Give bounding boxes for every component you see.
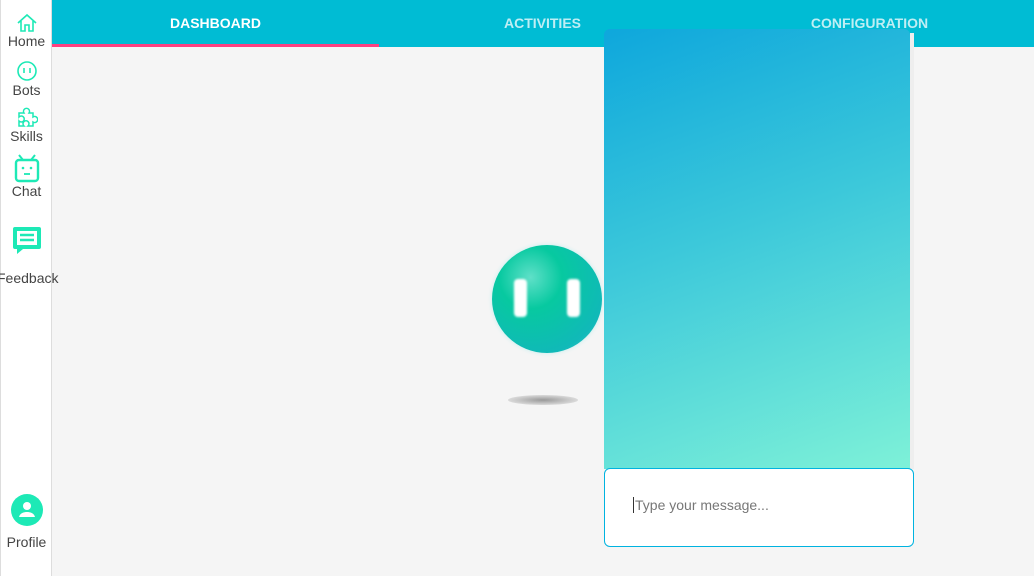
bot-shadow — [508, 395, 578, 405]
bot-eye-right — [567, 279, 580, 317]
sidebar: Home Bots Skills Chat Feedback Profile — [0, 0, 58, 576]
sidebar-item-home[interactable]: Home — [1, 13, 52, 49]
feedback-icon — [13, 227, 41, 254]
sidebar-item-label: Profile — [6, 534, 47, 550]
active-tab-indicator — [52, 44, 379, 47]
sidebar-item-bots[interactable]: Bots — [1, 60, 52, 98]
sidebar-item-chat[interactable]: Chat — [1, 153, 52, 199]
message-input[interactable] — [633, 497, 893, 513]
bot-face-icon — [16, 61, 37, 81]
bot-eye-left — [514, 279, 527, 317]
sidebar-item-label: Home — [7, 33, 46, 49]
puzzle-icon — [17, 107, 38, 127]
robot-icon — [14, 154, 39, 183]
sidebar-item-label: Feedback — [0, 270, 59, 286]
sidebar-item-feedback[interactable]: Feedback — [0, 224, 59, 286]
chat-input-box[interactable] — [604, 468, 914, 547]
home-icon — [16, 13, 37, 32]
sidebar-item-profile[interactable]: Profile — [1, 494, 52, 550]
chat-messages-panel — [604, 29, 910, 469]
chat-scrollbar[interactable] — [910, 33, 914, 469]
sidebar-item-skills[interactable]: Skills — [1, 107, 52, 144]
sidebar-item-label: Skills — [10, 128, 43, 144]
profile-icon — [10, 494, 43, 526]
sidebar-item-label: Bots — [12, 82, 41, 98]
sidebar-item-label: Chat — [11, 183, 42, 199]
tab-dashboard[interactable]: DASHBOARD — [52, 0, 379, 47]
bot-avatar[interactable] — [492, 245, 602, 353]
